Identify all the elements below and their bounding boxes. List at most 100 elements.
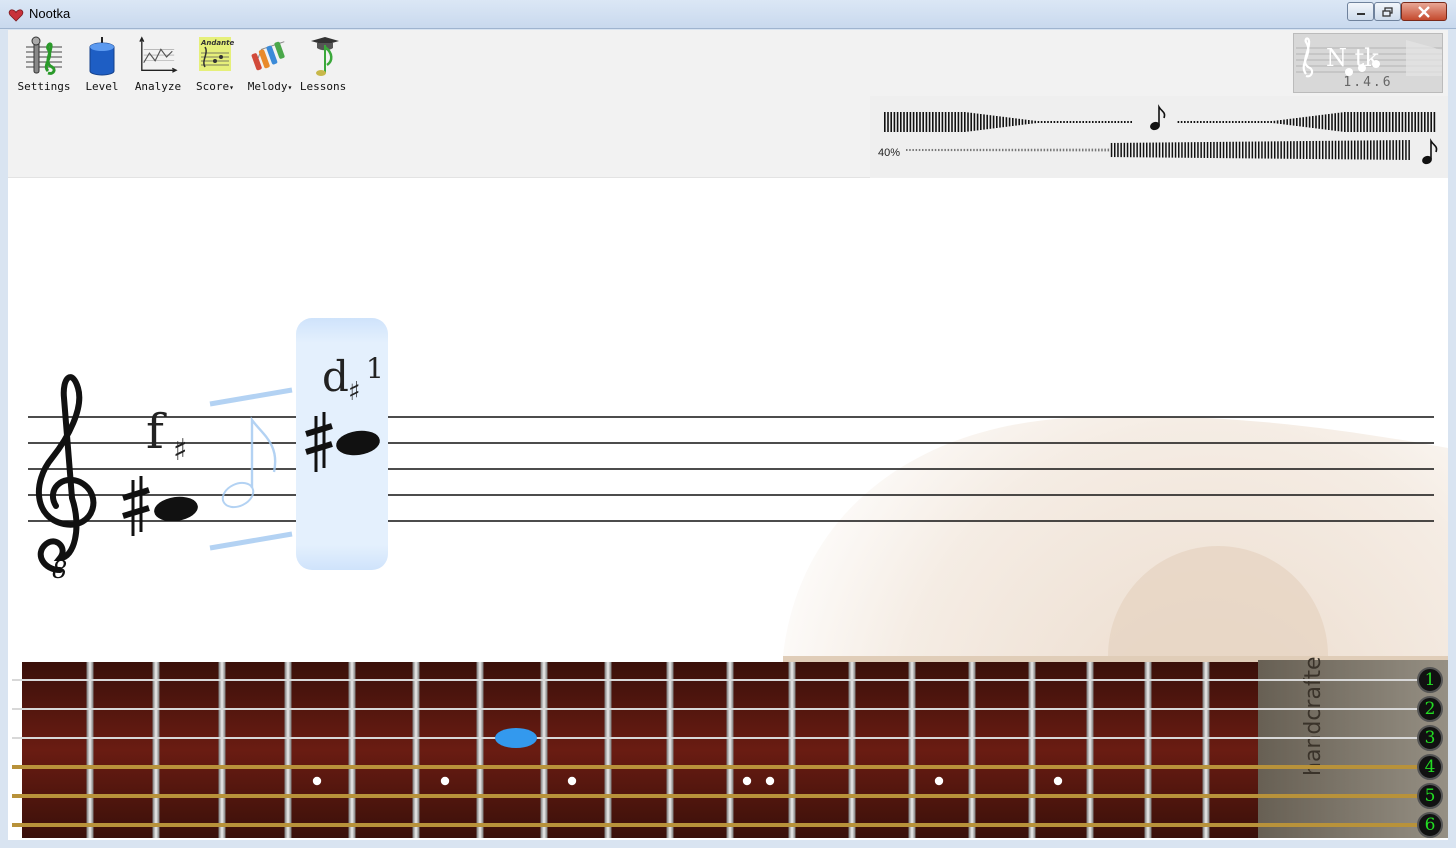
- fret-wire: [1144, 662, 1152, 838]
- volume-meter-tick: [1210, 141, 1212, 159]
- volume-meter-tick: [1056, 148, 1058, 152]
- fret-wire: [348, 662, 356, 838]
- pitch-meter-tick: [1414, 112, 1416, 132]
- volume-meter-tick: [1357, 140, 1359, 160]
- pitch-meter-tick: [1012, 118, 1014, 126]
- fret-marker-dot: [1053, 776, 1063, 786]
- close-button[interactable]: [1401, 2, 1447, 21]
- pitch-meter-tick: [1082, 121, 1084, 123]
- sound-panel: 40%: [8, 96, 1448, 178]
- volume-meter-tick: [1066, 148, 1068, 152]
- score-button[interactable]: Andante Score▾: [194, 34, 236, 94]
- pitch-meter-tick: [935, 112, 937, 132]
- pitch-meter-tick: [1331, 113, 1333, 131]
- guitar-string[interactable]: [12, 737, 1428, 739]
- pitch-meter-tick: [967, 112, 969, 132]
- volume-meter-tick: [909, 148, 911, 152]
- score-icon: Andante: [199, 37, 234, 71]
- volume-meter-tick: [906, 149, 908, 151]
- volume-meter-tick: [1139, 142, 1142, 158]
- pitch-meter-tick: [1085, 121, 1088, 123]
- pitch-meter-tick: [1184, 121, 1186, 123]
- volume-meter-tick: [1344, 140, 1346, 160]
- volume-meter-tick: [1024, 148, 1026, 152]
- pitch-meter-tick: [970, 112, 972, 132]
- volume-meter-tick: [915, 148, 918, 152]
- pitch-meter-tick: [1260, 121, 1263, 123]
- fret-wire: [540, 662, 548, 838]
- pitch-meter-tick: [999, 116, 1001, 128]
- guitar-string[interactable]: [12, 679, 1428, 681]
- guitar-string[interactable]: [12, 794, 1428, 798]
- volume-meter-tick: [1264, 141, 1266, 159]
- title-bar[interactable]: Nootka: [0, 0, 1456, 29]
- minimize-button[interactable]: [1347, 2, 1374, 21]
- pitch-meter-tick: [887, 112, 889, 132]
- pitch-meter-tick: [1021, 119, 1024, 125]
- analyze-button[interactable]: Analyze: [134, 34, 182, 94]
- volume-meter-tick: [1165, 142, 1167, 158]
- main-client-area: Settings Level Analyze Andante Score▾ Me…: [8, 30, 1448, 840]
- selected-finger-position[interactable]: [495, 728, 537, 748]
- pitch-meter-tick: [1289, 118, 1292, 126]
- pitch-meter-tick: [1401, 112, 1404, 132]
- volume-meter-tick: [1072, 148, 1074, 152]
- pitch-meter-tick: [1273, 120, 1276, 124]
- volume-meter-tick: [1395, 140, 1398, 160]
- score-staff[interactable]: 8 f ♯ d ♯ 1: [8, 178, 1448, 656]
- volume-meter-tick: [1069, 148, 1071, 152]
- volume-meter-tick: [998, 148, 1001, 152]
- volume-meter-tick: [1302, 141, 1305, 159]
- pitch-meter-tick: [1312, 116, 1314, 128]
- pitch-meter-tick: [1069, 121, 1072, 123]
- volume-meter-tick: [1162, 142, 1164, 158]
- level-button[interactable]: Level: [82, 34, 122, 94]
- volume-meter-tick: [925, 148, 927, 152]
- pitch-meter-tick: [1079, 121, 1081, 123]
- volume-slider[interactable]: [870, 136, 1448, 176]
- pitch-meter-tick: [1417, 112, 1420, 132]
- volume-meter-tick: [1021, 148, 1023, 152]
- volume-meter-tick: [1376, 140, 1378, 160]
- volume-meter-tick: [1338, 140, 1340, 160]
- volume-meter-tick: [976, 148, 978, 152]
- pitch-meter-tick: [1369, 112, 1372, 132]
- guitar-string[interactable]: [12, 765, 1428, 769]
- pitch-meter-tick: [1005, 117, 1008, 127]
- pitch-meter-tick: [1120, 121, 1123, 123]
- maximize-button[interactable]: [1374, 2, 1401, 21]
- volume-meter-tick: [1107, 148, 1110, 152]
- note-f-sharp[interactable]: [122, 476, 199, 536]
- settings-button[interactable]: Settings: [18, 34, 71, 94]
- volume-meter-tick: [1222, 141, 1225, 159]
- pitch-meter-tick: [1296, 118, 1298, 126]
- volume-meter-tick: [928, 148, 930, 152]
- melody-button[interactable]: Melody▾: [246, 34, 294, 94]
- fret-marker-dot: [312, 776, 322, 786]
- volume-meter-tick: [1322, 140, 1324, 160]
- volume-meter-tick: [1155, 142, 1158, 158]
- fret-wire: [412, 662, 420, 838]
- pitch-meter-tick: [1222, 121, 1224, 123]
- pitch-meter-tick: [1095, 121, 1097, 123]
- string-number-2: 2: [1417, 696, 1443, 722]
- guitar-string[interactable]: [12, 708, 1428, 710]
- guitar-string[interactable]: [12, 823, 1428, 827]
- lessons-button[interactable]: Lessons: [300, 34, 346, 94]
- volume-meter-tick: [1306, 141, 1308, 159]
- restore-icon: [1381, 6, 1393, 17]
- staff-svg: 8 f ♯ d ♯ 1: [28, 318, 1448, 656]
- volume-meter-tick: [1219, 141, 1222, 159]
- volume-meter-tick: [1091, 148, 1094, 152]
- volume-meter-tick: [1043, 148, 1046, 152]
- pitch-meter-tick: [900, 112, 902, 132]
- pitch-meter-tick: [1321, 114, 1324, 130]
- volume-meter-tick: [1290, 141, 1292, 159]
- volume-meter-tick: [1136, 142, 1138, 158]
- pitch-meter-tick: [1299, 117, 1301, 127]
- fretboard-wood: [22, 662, 1258, 838]
- guitar-fretboard[interactable]: handcrafted 1 2 3 4 5 6: [8, 656, 1448, 840]
- lessons-label: Lessons: [299, 80, 347, 93]
- pitch-meter-tick: [1283, 119, 1285, 125]
- volume-meter-tick: [1133, 142, 1135, 158]
